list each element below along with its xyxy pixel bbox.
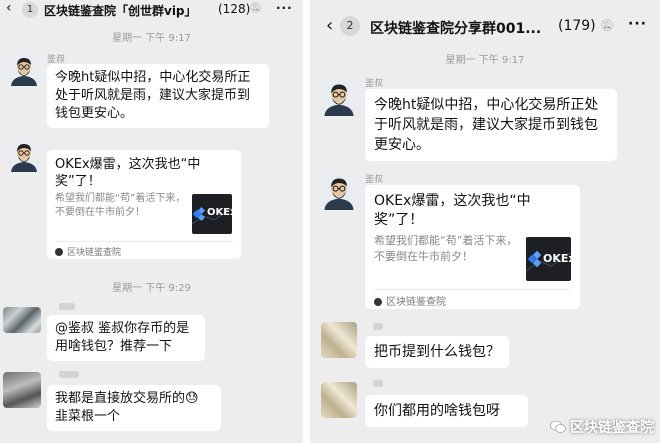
message-text: 你们都用的啥钱包呀	[374, 403, 500, 419]
message-bubble[interactable]: 今晚ht疑似中招，中心化交易所正处于听风就是雨，建议大家提币到钱包更安心。	[365, 89, 617, 161]
message-text: 今晚ht疑似中招，中心化交易所正处于听风就是雨，建议大家提币到钱包更安心。	[374, 97, 599, 153]
unread-badge: 2	[340, 16, 360, 36]
thumbnail-text: OKEx	[207, 207, 232, 218]
article-thumbnail: OKEx	[526, 237, 571, 281]
article-source: 区块链鉴查院	[374, 289, 571, 309]
unread-badge: 1	[22, 2, 38, 18]
chat-title: 区块链鉴查院「创世群vip」	[44, 4, 197, 18]
source-name: 区块链鉴查院	[67, 248, 122, 258]
more-options-icon[interactable]: ···	[276, 1, 293, 15]
member-count: (179)	[558, 18, 596, 34]
message-bubble[interactable]: 我都是直接放交易所的😓 韭菜根一个	[47, 385, 221, 431]
message-text: 今晚ht疑似中招，中心化交易所正处于听风就是雨，建议大家提币到钱包更安心。	[55, 70, 251, 121]
chat-title: 区块链鉴查院分享群001...	[370, 21, 542, 37]
sender-name-blurred	[373, 323, 383, 330]
timestamp: 星期一 下午 9:17	[112, 33, 191, 44]
chat-header: ‹ 2 区块链鉴查院分享群001... (179) 🔕︎ ···	[310, 0, 660, 44]
avatar-blurred[interactable]	[3, 372, 41, 408]
watermark: 区块链鉴查院	[550, 417, 654, 437]
thumbnail-text: OKEx	[543, 252, 571, 265]
avatar-blurred[interactable]	[321, 382, 357, 418]
shared-article-card[interactable]: OKEx爆雷，这次我也“中奖”了！ 希望我们都能“苟”着活下来，不要倒在牛市前夕…	[365, 185, 580, 309]
sender-name-blurred	[59, 303, 75, 310]
message-bubble[interactable]: 把币提到什么钱包？	[365, 336, 509, 368]
sender-name-blurred	[59, 371, 79, 378]
source-logo-icon	[55, 248, 63, 256]
shared-article-card[interactable]: OKEx爆雷，这次我也“中奖”了！ 希望我们都能“苟”着活下来，不要倒在牛市前夕…	[47, 150, 241, 259]
back-arrow-icon[interactable]: ‹	[326, 17, 333, 35]
back-arrow-icon[interactable]: ‹	[6, 1, 12, 15]
timestamp: 星期一 下午 9:29	[112, 283, 191, 294]
avatar-jianshu[interactable]	[321, 80, 357, 116]
sender-name: 鉴叔	[365, 175, 384, 185]
source-name: 区块链鉴查院	[386, 297, 446, 308]
avatar-portrait-icon	[321, 174, 357, 210]
article-source: 区块链鉴查院	[55, 241, 233, 259]
avatar-jianshu[interactable]	[8, 140, 40, 172]
avatar-blurred[interactable]	[3, 307, 41, 333]
wechat-logo-icon	[550, 420, 566, 433]
member-count: (128)	[218, 2, 251, 16]
article-description: 希望我们都能“苟”着活下来，不要倒在牛市前夕！	[55, 193, 186, 218]
avatar-jianshu[interactable]	[8, 54, 40, 86]
article-thumbnail: OKEx	[192, 194, 232, 234]
mute-bell-icon: 🔕︎	[249, 3, 262, 14]
article-title: OKEx爆雷，这次我也“中奖”了！	[374, 193, 531, 228]
sender-name: 鉴叔	[365, 79, 384, 89]
source-logo-icon	[374, 298, 382, 306]
message-text: 把币提到什么钱包？	[374, 344, 500, 360]
avatar-portrait-icon	[8, 54, 40, 86]
message-bubble[interactable]: 今晚ht疑似中招，中心化交易所正处于听风就是雨，建议大家提币到钱包更安心。	[47, 64, 269, 128]
avatar-portrait-icon	[8, 140, 40, 172]
message-text: @鉴叔 鉴叔你存币的是用啥钱包？推荐一下	[55, 321, 190, 354]
avatar-portrait-icon	[321, 80, 357, 116]
more-options-icon[interactable]: ···	[628, 16, 647, 32]
message-bubble[interactable]: 你们都用的啥钱包呀	[365, 395, 528, 427]
article-title: OKEx爆雷，这次我也“中奖”了！	[55, 157, 201, 189]
chat-panel-left: ‹ 1 区块链鉴查院「创世群vip」 (128) 🔕︎ ··· 星期一 下午 9…	[0, 0, 303, 443]
watermark-text: 区块链鉴查院	[570, 420, 654, 436]
sender-name-blurred	[373, 380, 383, 387]
avatar-blurred[interactable]	[321, 322, 357, 358]
message-text: 我都是直接放交易所的😓 韭菜根一个	[55, 391, 199, 424]
avatar-jianshu[interactable]	[321, 174, 357, 210]
mute-bell-icon: 🔕︎	[600, 19, 614, 32]
chat-header: ‹ 1 区块链鉴查院「创世群vip」 (128) 🔕︎ ···	[0, 0, 303, 20]
chat-panel-right: ‹ 2 区块链鉴查院分享群001... (179) 🔕︎ ··· 星期一 下午 …	[310, 0, 660, 443]
timestamp: 星期一 下午 9:17	[445, 55, 525, 66]
article-description: 希望我们都能“苟”着活下来，不要倒在牛市前夕！	[374, 234, 518, 263]
message-bubble[interactable]: @鉴叔 鉴叔你存币的是用啥钱包？推荐一下	[47, 315, 205, 361]
